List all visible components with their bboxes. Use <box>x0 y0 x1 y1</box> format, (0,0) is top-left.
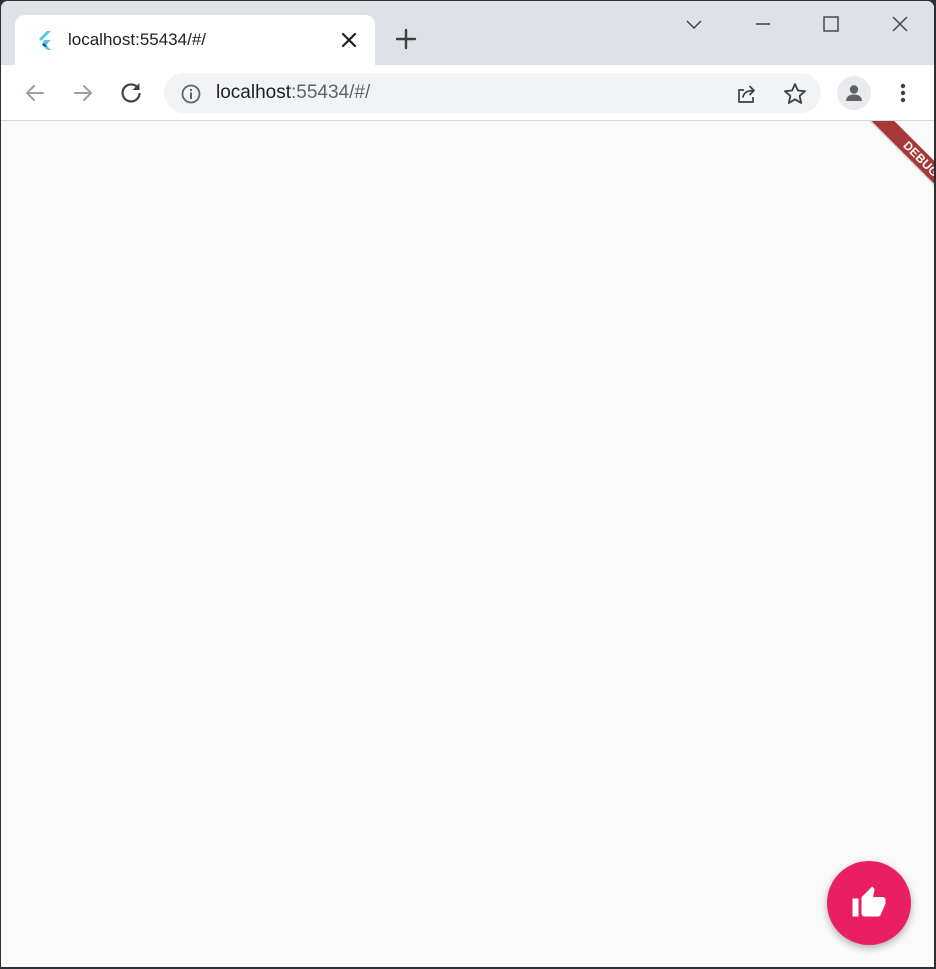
new-tab-icon[interactable] <box>394 27 418 51</box>
arrow-left-icon[interactable] <box>21 79 49 107</box>
avatar-icon[interactable] <box>837 76 871 110</box>
url-host: localhost <box>216 82 291 103</box>
profile-silhouette-icon <box>846 85 862 101</box>
close-tab-icon[interactable] <box>339 30 359 50</box>
minimize-icon[interactable] <box>748 11 778 39</box>
thumb-up-icon <box>852 886 886 917</box>
tab-title: localhost:55434/#/ <box>68 30 206 49</box>
kebab-menu-icon[interactable] <box>889 79 917 107</box>
share-icon[interactable] <box>734 82 758 106</box>
debug-banner: DEBUG <box>869 121 934 211</box>
url-path: :55434/#/ <box>291 82 371 103</box>
reload-icon[interactable] <box>117 79 145 107</box>
tab-strip: localhost:55434/#/ <box>1 1 934 65</box>
address-bar[interactable]: localhost:55434/#/ <box>164 73 821 113</box>
info-icon[interactable] <box>180 83 202 105</box>
close-window-icon[interactable] <box>885 11 915 39</box>
tab-search-icon[interactable] <box>679 11 709 39</box>
browser-window: localhost:55434/#/ localhost:55434/#/ DE… <box>1 1 934 967</box>
app-content: DEBUG <box>1 121 934 967</box>
browser-toolbar: localhost:55434/#/ <box>1 65 934 121</box>
url-text[interactable]: localhost:55434/#/ <box>216 82 370 104</box>
flutter-logo-icon <box>39 31 51 50</box>
star-icon[interactable] <box>782 81 808 107</box>
arrow-right-icon[interactable] <box>69 79 97 107</box>
browser-tab[interactable]: localhost:55434/#/ <box>15 15 375 65</box>
maximize-icon[interactable] <box>816 11 846 39</box>
like-fab-button[interactable] <box>827 861 911 945</box>
